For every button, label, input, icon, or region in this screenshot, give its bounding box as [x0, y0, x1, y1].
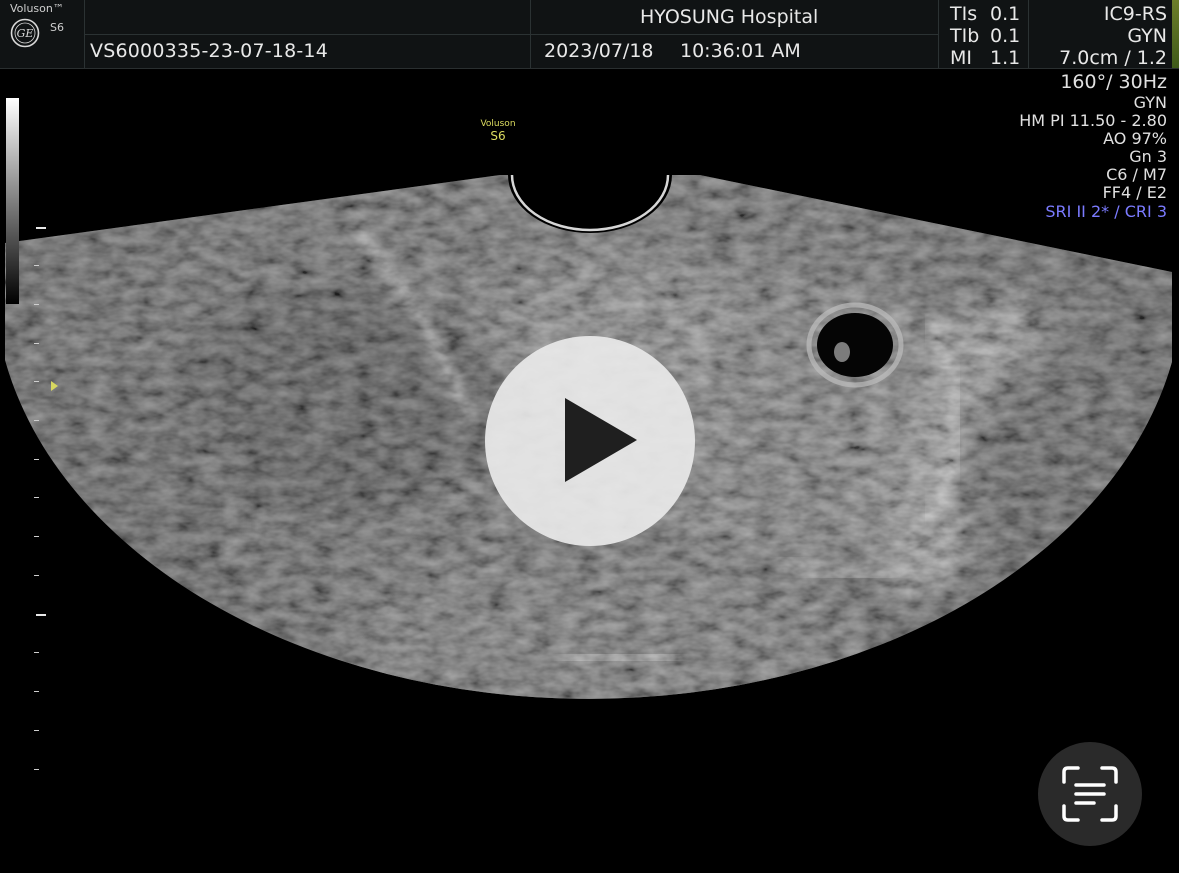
tib-label: TIb: [950, 25, 980, 47]
depth-tick: [34, 420, 39, 421]
depth-tick: [34, 497, 39, 498]
depth-tick: [34, 652, 39, 653]
header-divider: [84, 34, 938, 35]
tib-value: 0.1: [990, 25, 1021, 47]
model-label: S6: [50, 21, 64, 34]
scan-text-icon: [1062, 766, 1118, 822]
header-divider: [1028, 0, 1029, 68]
hospital-name: HYOSUNG Hospital: [640, 6, 819, 28]
brand-name: Voluson™: [10, 2, 64, 15]
depth-frequency: 7.0cm / 1.2: [1059, 47, 1167, 69]
tis-value: 0.1: [990, 3, 1021, 25]
image-logo-model: S6: [490, 129, 506, 143]
scan-text-button[interactable]: [1038, 742, 1142, 846]
mi-value: 1.1: [990, 47, 1021, 69]
sri-cri-setting: SRI II 2* / CRI 3: [1045, 202, 1167, 221]
depth-tick: [34, 691, 39, 692]
header-bar: Voluson™ GE S6 VS6000335-23-07-18-14 HYO…: [0, 0, 1179, 69]
gain-setting: Gn 3: [1129, 147, 1167, 166]
status-strip: [1172, 0, 1179, 68]
preset-name: GYN: [1127, 25, 1167, 47]
image-logo: Voluson S6: [478, 119, 518, 143]
mi-label: MI: [950, 47, 972, 69]
image-logo-name: Voluson: [480, 119, 516, 129]
depth-tick: [34, 730, 39, 731]
ge-logo-icon: GE: [10, 18, 40, 48]
depth-tick: [34, 304, 39, 305]
depth-tick: [34, 575, 39, 576]
svg-text:GE: GE: [17, 27, 34, 40]
angle-rate: 160°/ 30Hz: [1060, 71, 1167, 93]
filter-enhance: FF4 / E2: [1102, 183, 1167, 202]
exam-time: 10:36:01 AM: [680, 40, 801, 62]
depth-tick: [34, 536, 39, 537]
acoustic-output: AO 97%: [1103, 129, 1167, 148]
depth-tick: [36, 614, 46, 616]
probe-name: IC9-RS: [1103, 3, 1167, 25]
grayscale-bar: [6, 98, 19, 304]
depth-tick: [34, 769, 39, 770]
harmonic-setting: HM PI 11.50 - 2.80: [1019, 111, 1167, 130]
patient-id: VS6000335-23-07-18-14: [90, 40, 329, 62]
play-button[interactable]: [485, 336, 695, 546]
play-icon: [565, 398, 637, 482]
depth-tick: [34, 265, 39, 266]
header-divider: [938, 0, 939, 68]
mode-label: GYN: [1133, 93, 1167, 112]
depth-tick: [36, 227, 46, 229]
focus-marker-icon: [51, 381, 58, 391]
depth-tick: [34, 459, 39, 460]
contrast-map: C6 / M7: [1106, 165, 1167, 184]
tis-label: TIs: [950, 3, 978, 25]
exam-date: 2023/07/18: [544, 40, 654, 62]
depth-tick: [34, 381, 39, 382]
depth-tick: [34, 343, 39, 344]
